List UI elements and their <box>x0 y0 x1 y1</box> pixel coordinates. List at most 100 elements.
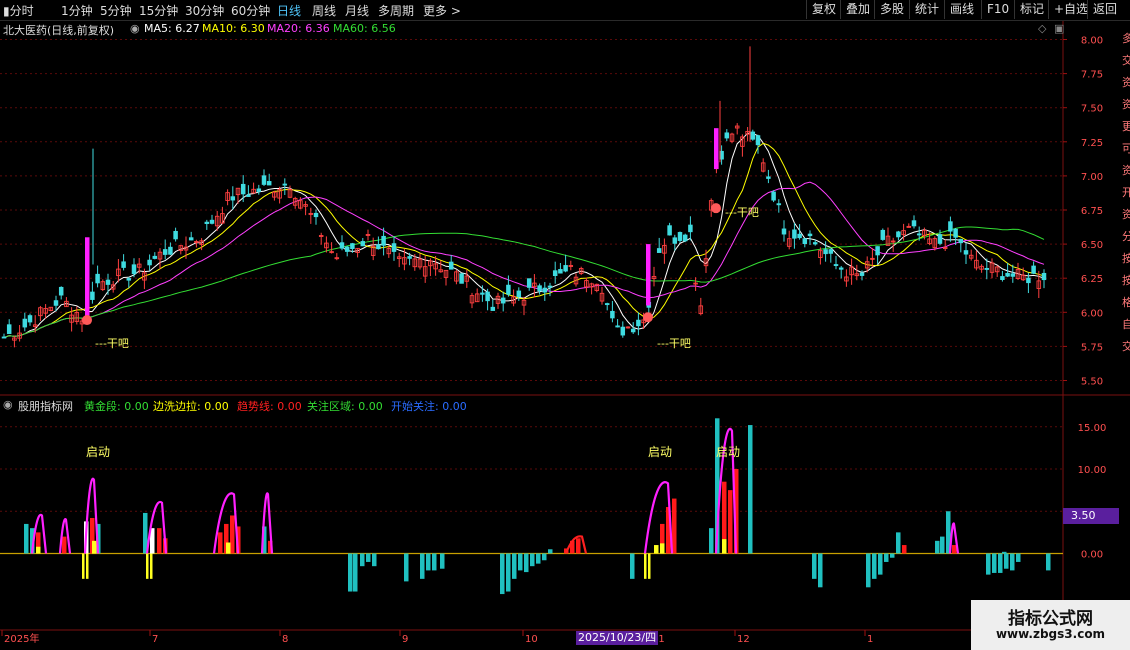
ind-neg-bar <box>1010 553 1015 571</box>
candle-body <box>953 228 958 238</box>
candle-body <box>90 291 95 300</box>
ind-yellow-bar <box>36 546 41 554</box>
candle-body <box>500 297 506 304</box>
ind-neg-bar <box>366 553 371 562</box>
ind-neg-bar <box>890 553 895 558</box>
candle-body <box>256 188 262 192</box>
candle-body <box>173 230 178 240</box>
price-tick-label: 7.00 <box>1081 172 1103 183</box>
candle-body <box>131 264 137 275</box>
price-tick-label: 6.25 <box>1081 274 1103 285</box>
candle-body <box>526 278 532 288</box>
ind-neg-bar <box>992 553 997 573</box>
candle-body <box>516 290 522 298</box>
candle-body <box>1026 277 1031 284</box>
ind-neg-bar <box>530 553 535 567</box>
ind-yellow-bar <box>722 539 727 554</box>
ind-red-bar <box>728 490 733 554</box>
candle-body <box>771 191 776 201</box>
candle-body <box>781 228 787 235</box>
ind-yellow-bar <box>660 543 665 554</box>
price-tick-label: 6.00 <box>1081 308 1103 319</box>
ind-neg-bar <box>1046 553 1051 571</box>
signal-marker <box>711 203 721 214</box>
ind-tick-label: 0.00 <box>1081 550 1103 561</box>
ind-neg-bar <box>426 553 431 571</box>
candle-body <box>672 237 678 244</box>
kline-chart[interactable]: ---干吧 ---干吧 ---干吧 启动 启动 启动 8.00 7.75 7.50 7.25 7… <box>0 0 1130 650</box>
signal-start-label: 启动 <box>716 445 740 459</box>
candle-body <box>121 261 126 268</box>
ind-red-bar <box>62 536 67 554</box>
candle-body <box>1031 265 1036 274</box>
candle-body <box>282 183 288 186</box>
candle-body <box>963 250 969 255</box>
right-edge-char: 按 <box>1122 252 1130 265</box>
signal-bar <box>714 128 719 170</box>
ind-neg-bar <box>866 553 871 588</box>
candle-body <box>58 286 64 296</box>
ind-neg-bar <box>518 553 523 571</box>
selected-date-label: 2025/10/23/四 <box>576 631 659 645</box>
right-edge-char: 多 <box>1122 32 1130 45</box>
ind-yellow-neg <box>82 553 85 579</box>
candle-body <box>563 265 568 272</box>
candle-body <box>823 249 828 255</box>
candle-body <box>630 328 636 333</box>
candle-body <box>448 261 454 270</box>
candle-body <box>339 242 345 249</box>
candle-body <box>880 229 886 240</box>
candle-body <box>766 176 771 179</box>
candle-body <box>1000 276 1005 280</box>
candle-body <box>667 225 672 236</box>
candle-body <box>1041 272 1047 281</box>
candle-body <box>636 319 641 327</box>
candle-body <box>6 324 12 335</box>
candle-body <box>828 249 834 254</box>
right-edge-char: 交 <box>1122 340 1130 353</box>
ind-focus-area-label: 关注区域: 0.00 <box>307 400 383 413</box>
price-tick-label: 7.25 <box>1081 138 1103 149</box>
watermark-title: 指标公式网 <box>1008 609 1093 629</box>
candle-body <box>537 285 542 292</box>
ind-tick-label: 10.00 <box>1078 465 1107 476</box>
candle-body <box>459 273 464 284</box>
settings-icon[interactable]: ◉ <box>3 398 13 411</box>
right-edge-char: 可 <box>1122 142 1130 155</box>
candle-body <box>204 221 210 224</box>
signal-start-label: 启动 <box>648 445 672 459</box>
watermark: 指标公式网 www.zbgs3.com <box>971 600 1130 650</box>
ind-neg-bar <box>1004 553 1009 569</box>
candle-body <box>350 243 355 250</box>
candle-body <box>776 203 782 206</box>
ind-neg-bar <box>818 553 823 588</box>
diamond-icon[interactable]: ◇ <box>1038 22 1046 35</box>
candle-body <box>807 233 813 237</box>
ind-neg-bar <box>542 553 547 561</box>
indicator-name: 股朋指标网 <box>18 400 73 413</box>
candle-body <box>916 233 922 236</box>
settings-icon[interactable]: ◉ <box>130 22 140 35</box>
ind-yellow-bar <box>226 542 231 554</box>
right-edge-char: 按 <box>1122 274 1130 287</box>
candle-body <box>859 272 865 276</box>
signal-annotation: ---干吧 <box>657 337 691 350</box>
ind-neg-bar <box>524 553 529 573</box>
ind-yellow-neg <box>648 553 651 579</box>
right-edge-char: 资 <box>1122 164 1130 177</box>
ind-red-bar <box>902 545 907 554</box>
candle-body <box>162 249 168 255</box>
candle-body <box>677 232 683 241</box>
window-icon[interactable]: ▣ <box>1054 22 1064 35</box>
right-edge-char: 自 <box>1122 318 1130 331</box>
ma20-label: MA20: 6.36 <box>267 22 330 35</box>
price-tick-label: 5.50 <box>1081 377 1103 388</box>
candle-body <box>344 246 350 252</box>
ind-red-bar <box>157 528 162 554</box>
candle-body <box>948 221 953 232</box>
candle-body <box>240 183 246 195</box>
price-tick-label: 7.75 <box>1081 70 1103 81</box>
signal-marker <box>82 315 92 326</box>
ind-neg-bar <box>506 553 511 592</box>
price-tick-label: 6.75 <box>1081 206 1103 217</box>
